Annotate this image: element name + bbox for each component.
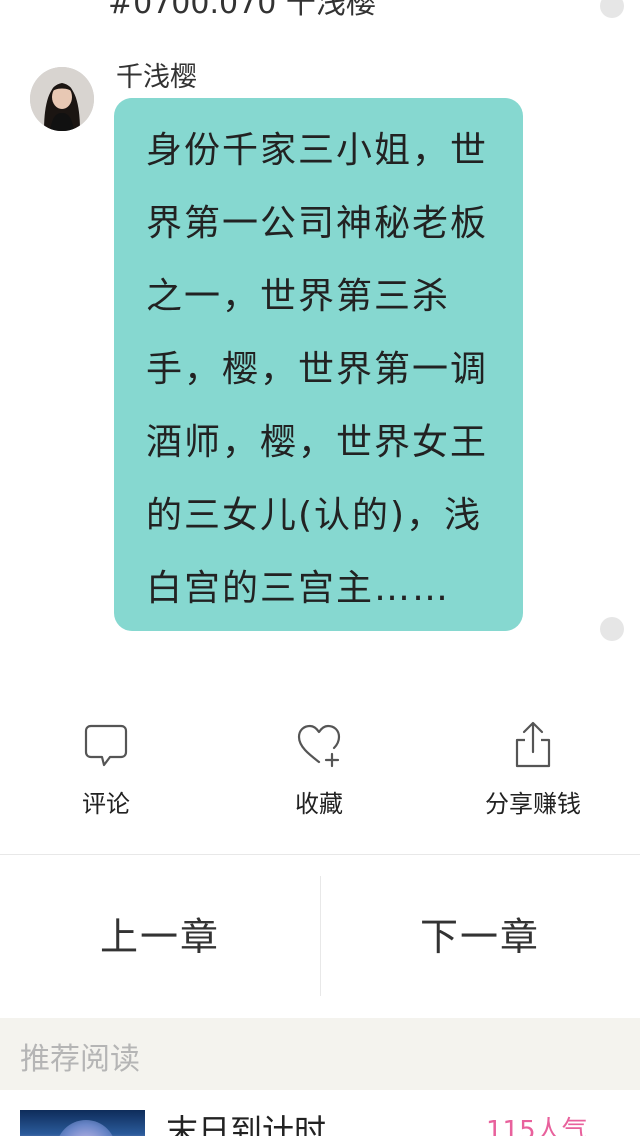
share-button[interactable]: 分享赚钱 (463, 720, 603, 830)
speaker-name: 千浅樱 (116, 62, 197, 93)
recommend-item[interactable]: 末日到计时 115人气 (0, 1090, 640, 1136)
next-chapter-button[interactable]: 下一章 (320, 906, 640, 961)
favorite-label: 收藏 (295, 790, 343, 818)
comment-button[interactable]: 评论 (36, 720, 176, 830)
recommend-header: 推荐阅读 (0, 1018, 640, 1090)
book-title[interactable]: 末日到计时 (166, 1106, 326, 1136)
message-line: 白宫的三宫主…… (146, 568, 451, 609)
message-line: 之一，世界第三杀 (146, 276, 451, 317)
message-text: 身份千家三小姐，世 界第一公司神秘老板 之一，世界第三杀 手，樱，世界第一调 酒… (146, 114, 496, 625)
message-line: 身份千家三小姐，世 (146, 130, 489, 171)
comment-icon (84, 724, 128, 767)
message-line: 手，樱，世界第一调 (146, 349, 489, 390)
action-bar: 评论 收藏 分享赚钱 (0, 720, 640, 830)
recommend-heading: 推荐阅读 (20, 1042, 140, 1077)
share-label: 分享赚钱 (485, 790, 581, 818)
comment-label: 评论 (82, 790, 130, 818)
user-avatar-icon (30, 67, 94, 131)
message-line: 酒师，樱，世界女王 (146, 422, 489, 463)
status-dot (600, 617, 624, 641)
book-cover[interactable] (20, 1110, 145, 1136)
divider (0, 854, 640, 855)
popularity-count: 115人气 (486, 1116, 588, 1136)
prev-chapter-button[interactable]: 上一章 (0, 906, 320, 961)
previous-message-text: #0700.070 千浅樱 (108, 0, 376, 21)
message-line: 的三女儿(认的)，浅 (146, 495, 483, 536)
favorite-button[interactable]: 收藏 (249, 720, 389, 830)
message-line: 界第一公司神秘老板 (146, 203, 489, 244)
share-icon (515, 721, 551, 768)
status-dot (600, 0, 624, 18)
heart-plus-icon (297, 724, 341, 768)
avatar[interactable] (30, 67, 94, 131)
message-bubble: 身份千家三小姐，世 界第一公司神秘老板 之一，世界第三杀 手，樱，世界第一调 酒… (114, 98, 523, 631)
